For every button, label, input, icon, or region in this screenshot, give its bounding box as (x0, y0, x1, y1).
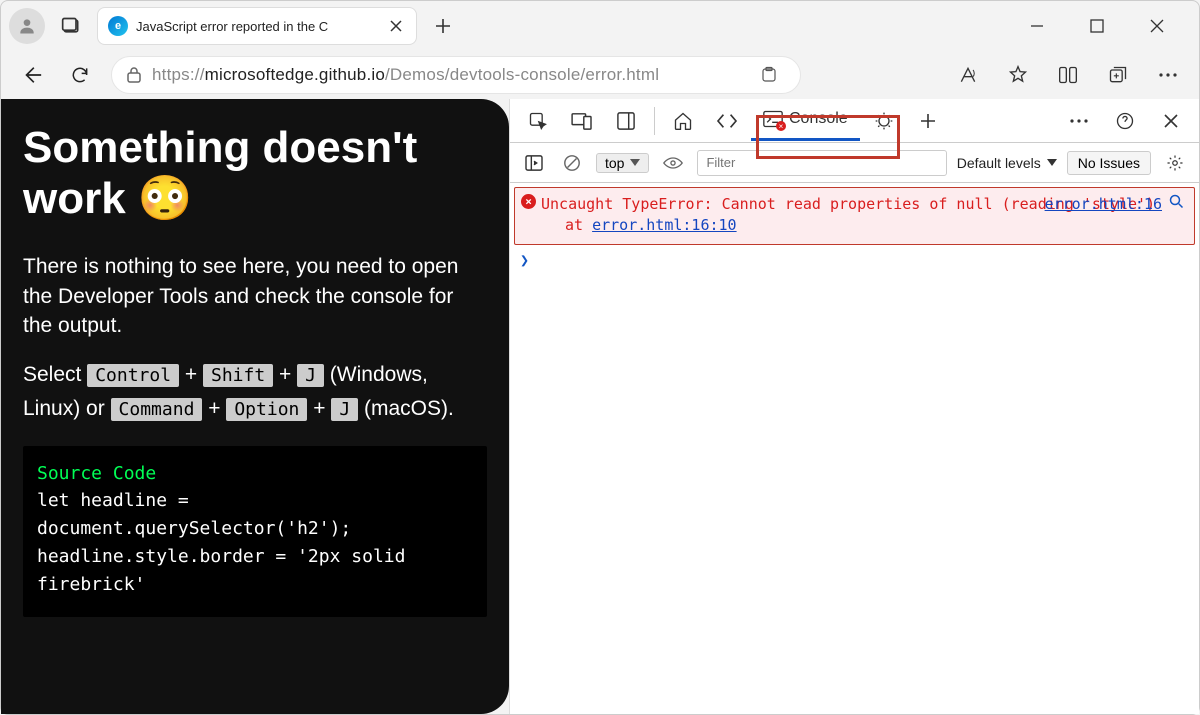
maximize-button[interactable] (1079, 8, 1115, 44)
devtools-close-icon[interactable] (1151, 101, 1191, 141)
clear-console-icon[interactable] (558, 149, 586, 177)
devtools-tabbar-right (1059, 101, 1199, 141)
address-bar[interactable]: https://microsoftedge.github.io/Demos/de… (111, 56, 801, 94)
context-selector[interactable]: top (596, 153, 649, 173)
kbd-command: Command (111, 398, 203, 421)
kbd-j2: J (331, 398, 358, 421)
live-expression-icon[interactable] (659, 149, 687, 177)
console-tab[interactable]: × Console (751, 101, 860, 141)
close-window-button[interactable] (1139, 8, 1175, 44)
content-area: Something doesn't work 😳 There is nothin… (1, 99, 1199, 714)
devtools-panel: × Console top (509, 99, 1199, 714)
minimize-button[interactable] (1019, 8, 1055, 44)
elements-tab-icon[interactable] (707, 101, 747, 141)
window-controls (1019, 8, 1191, 44)
app-icon[interactable] (752, 58, 786, 92)
code-line: headline.style.border = '2px solid fireb… (37, 543, 473, 599)
address-bar-row: https://microsoftedge.github.io/Demos/de… (1, 51, 1199, 99)
refresh-button[interactable] (63, 58, 97, 92)
console-tab-icon: × (763, 110, 783, 128)
tab-strip: e JavaScript error reported in the C (1, 1, 1199, 51)
tab-actions-icon[interactable] (53, 8, 89, 44)
browser-window: e JavaScript error reported in the C htt… (0, 0, 1200, 715)
welcome-tab-icon[interactable] (663, 101, 703, 141)
console-output[interactable]: × error.html:16 Uncaught TypeError: Cann… (510, 183, 1199, 714)
source-code-label: Source Code (37, 460, 473, 488)
devtools-tabbar: × Console (510, 99, 1199, 143)
edge-favicon: e (108, 16, 128, 36)
console-toolbar: top Default levels No Issues (510, 143, 1199, 183)
page-lead-text: There is nothing to see here, you need t… (23, 252, 487, 340)
profile-icon[interactable] (9, 8, 45, 44)
inspect-element-icon[interactable] (518, 101, 558, 141)
issues-button[interactable]: No Issues (1067, 151, 1151, 175)
devtools-help-icon[interactable] (1105, 101, 1145, 141)
kbd-control: Control (87, 364, 179, 387)
back-button[interactable] (15, 58, 49, 92)
source-code-block: Source Code let headline = document.quer… (23, 446, 487, 617)
console-settings-icon[interactable] (1161, 149, 1189, 177)
toggle-sidebar-icon[interactable] (520, 149, 548, 177)
page-heading: Something doesn't work 😳 (23, 123, 487, 224)
address-bar-right (951, 58, 1185, 92)
site-info-icon[interactable] (126, 66, 142, 84)
collections-icon[interactable] (1101, 58, 1135, 92)
page-content: Something doesn't work 😳 There is nothin… (1, 99, 509, 714)
more-tabs-icon[interactable] (908, 101, 948, 141)
tab-close-button[interactable] (386, 16, 406, 36)
device-toolbar-icon[interactable] (562, 101, 602, 141)
page-instructions: Select Control + Shift + J (Windows, Lin… (23, 358, 487, 425)
console-error-row[interactable]: × error.html:16 Uncaught TypeError: Cann… (514, 187, 1195, 245)
console-filter-input[interactable] (697, 150, 946, 176)
console-tab-label: Console (789, 110, 848, 128)
error-stack-link[interactable]: error.html:16:10 (592, 216, 737, 234)
split-screen-icon[interactable] (1051, 58, 1085, 92)
console-prompt[interactable]: ❯ (510, 245, 1199, 275)
error-badge-icon: × (521, 194, 536, 209)
tab-title: JavaScript error reported in the C (136, 19, 378, 34)
search-error-icon[interactable] (1169, 194, 1184, 209)
settings-menu-icon[interactable] (1151, 58, 1185, 92)
url-text: https://microsoftedge.github.io/Demos/de… (152, 65, 659, 85)
read-aloud-icon[interactable] (951, 58, 985, 92)
new-tab-button[interactable] (425, 8, 461, 44)
favorites-icon[interactable] (1001, 58, 1035, 92)
error-source-link[interactable]: error.html:16 (1045, 194, 1162, 215)
log-levels-selector[interactable]: Default levels (957, 155, 1057, 171)
kbd-shift: Shift (203, 364, 273, 387)
kbd-j: J (297, 364, 324, 387)
kbd-option: Option (226, 398, 307, 421)
error-stack: at error.html:16:10 (541, 215, 1186, 236)
dock-side-icon[interactable] (606, 101, 646, 141)
browser-tab[interactable]: e JavaScript error reported in the C (97, 7, 417, 45)
issues-tab-icon[interactable] (864, 101, 904, 141)
devtools-more-icon[interactable] (1059, 101, 1099, 141)
code-line: let headline = document.querySelector('h… (37, 487, 473, 543)
